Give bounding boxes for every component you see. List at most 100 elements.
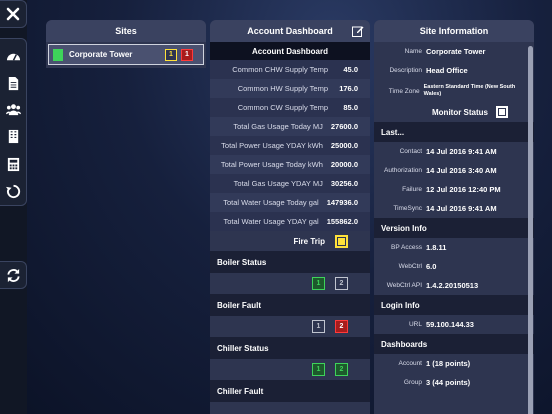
last-row-label: Failure	[402, 186, 422, 193]
metric-row: Common CHW Supply Temp 45.0	[210, 60, 370, 79]
boiler-2-status-badge[interactable]: 2	[335, 277, 348, 290]
site-name-label: Name	[404, 48, 422, 55]
metric-value: 30256.0	[330, 179, 358, 188]
last-timesync-row: TimeSync 14 Jul 2016 9:41 AM	[374, 199, 534, 218]
dashboards-row-label: Group	[403, 379, 422, 386]
site-name-value: Corporate Tower	[426, 47, 486, 56]
nav-group	[0, 38, 27, 206]
metric-value: 25000.0	[330, 141, 358, 150]
history-icon[interactable]	[6, 184, 21, 199]
refresh-button[interactable]	[0, 261, 27, 289]
boiler-fault-header: Boiler Fault	[210, 294, 370, 316]
chiller-2-status-badge[interactable]: 2	[335, 363, 348, 376]
close-button[interactable]	[0, 0, 27, 28]
metric-label: Total Power Usage YDAY kWh	[221, 141, 323, 150]
document-icon[interactable]	[6, 76, 21, 91]
metric-value: 85.0	[343, 103, 358, 112]
fire-trip-indicator[interactable]	[335, 234, 348, 248]
last-contact-row: Contact 14 Jul 2016 9:41 AM	[374, 142, 534, 161]
version-row-label: WebCtrl API	[386, 282, 422, 289]
version-row-value: 1.8.11	[426, 243, 447, 252]
metric-row: Total Power Usage Today kWh 20000.0	[210, 155, 370, 174]
site-alarm-badge[interactable]: 1	[181, 48, 193, 61]
dashboard-gauge-icon[interactable]	[6, 49, 21, 64]
metric-value: 27600.0	[330, 122, 358, 131]
users-group-icon[interactable]	[6, 102, 21, 117]
metrics-list: Common CHW Supply Temp 45.0 Common HW Sup…	[210, 60, 370, 231]
chiller-status-badges: 1 2	[210, 359, 370, 380]
dashboard-title-text: Account Dashboard	[247, 26, 333, 36]
metric-label: Total Gas Usage Today MJ	[233, 122, 323, 131]
description-row: Description Head Office	[374, 61, 534, 80]
time-zone-label: Time Zone	[388, 87, 420, 95]
url-label: URL	[408, 321, 422, 328]
boiler-status-header: Boiler Status	[210, 251, 370, 273]
last-row-label: Contact	[399, 148, 422, 155]
fire-trip-label: Fire Trip	[293, 236, 325, 246]
site-info-scrollbar[interactable]	[528, 46, 533, 414]
description-label: Description	[389, 67, 422, 74]
edit-icon[interactable]	[352, 25, 364, 37]
last-row-value: 14 Jul 2016 9:41 AM	[426, 147, 497, 156]
url-row: URL 59.100.144.33	[374, 315, 534, 334]
site-name-row: Name Corporate Tower	[374, 42, 534, 61]
login-section-header: Login Info	[374, 295, 534, 315]
building-icon[interactable]	[6, 129, 21, 144]
boiler-1-status-badge[interactable]: 1	[312, 277, 325, 290]
dashboards-section-header: Dashboards	[374, 334, 534, 354]
dashboard-title: Account Dashboard	[210, 20, 370, 42]
metric-value: 20000.0	[330, 160, 358, 169]
boiler-1-fault-badge[interactable]: 1	[312, 320, 325, 333]
dashboard-panel: Account Dashboard Account Dashboard Comm…	[210, 20, 370, 414]
chiller-status-header: Chiller Status	[210, 337, 370, 359]
metric-row: Total Water Usage YDAY gal 155862.0	[210, 212, 370, 231]
metric-value: 45.0	[343, 65, 358, 74]
version-row-label: BP Access	[391, 244, 422, 251]
last-row-value: 12 Jul 2016 12:40 PM	[426, 185, 501, 194]
version-section-header: Version Info	[374, 218, 534, 238]
boiler-2-fault-badge[interactable]: 2	[335, 320, 348, 333]
last-authorization-row: Authorization 14 Jul 2016 3:40 AM	[374, 161, 534, 180]
site-name: Corporate Tower	[69, 50, 133, 59]
metric-row: Total Water Usage Today gal 147936.0	[210, 193, 370, 212]
metric-label: Common CHW Supply Temp	[232, 65, 328, 74]
last-failure-row: Failure 12 Jul 2016 12:40 PM	[374, 180, 534, 199]
metric-label: Common HW Supply Temp	[237, 84, 328, 93]
metric-label: Total Water Usage Today gal	[223, 198, 319, 207]
dashboard-subtitle: Account Dashboard	[210, 42, 370, 60]
bp-access-row: BP Access 1.8.11	[374, 238, 534, 257]
last-row-value: 14 Jul 2016 9:41 AM	[426, 204, 497, 213]
metric-label: Total Water Usage YDAY gal	[223, 217, 319, 226]
metric-label: Common CW Supply Temp	[237, 103, 328, 112]
sites-title: Sites	[46, 20, 206, 42]
site-info-panel: Site Information Name Corporate Tower De…	[374, 20, 534, 414]
refresh-icon	[6, 268, 20, 282]
dashboards-row-value: 1 (18 points)	[426, 359, 471, 368]
chiller-1-status-badge[interactable]: 1	[312, 363, 325, 376]
last-row-value: 14 Jul 2016 3:40 AM	[426, 166, 497, 175]
url-value[interactable]: 59.100.144.33	[426, 320, 474, 329]
last-section-header: Last...	[374, 122, 534, 142]
sites-panel: Sites Corporate Tower 1 1	[46, 20, 206, 68]
left-rail	[0, 0, 27, 414]
metric-value: 176.0	[339, 84, 358, 93]
site-status-indicator	[53, 48, 63, 61]
webctrl-api-row: WebCtrl API 1.4.2.20150513	[374, 276, 534, 295]
webctrl-row: WebCtrl 6.0	[374, 257, 534, 276]
version-row-value: 6.0	[426, 262, 437, 271]
time-zone-row: Time Zone Eastern Standard Time (New Sou…	[374, 80, 534, 102]
chiller-fault-header: Chiller Fault	[210, 380, 370, 402]
boiler-fault-badges: 1 2	[210, 316, 370, 337]
monitor-status-checkbox[interactable]	[496, 106, 508, 118]
calculator-icon[interactable]	[6, 157, 21, 172]
metric-row: Common HW Supply Temp 176.0	[210, 79, 370, 98]
close-icon	[6, 7, 20, 21]
metric-label: Total Gas Usage YDAY MJ	[233, 179, 323, 188]
metric-row: Total Gas Usage YDAY MJ 30256.0	[210, 174, 370, 193]
site-item-corporate-tower[interactable]: Corporate Tower 1 1	[48, 44, 204, 65]
metric-row: Common CW Supply Temp 85.0	[210, 98, 370, 117]
metric-label: Total Power Usage Today kWh	[220, 160, 323, 169]
site-warning-badge[interactable]: 1	[165, 48, 177, 61]
group-dashboards-row: Group 3 (44 points)	[374, 373, 534, 392]
last-row-label: TimeSync	[393, 205, 422, 212]
